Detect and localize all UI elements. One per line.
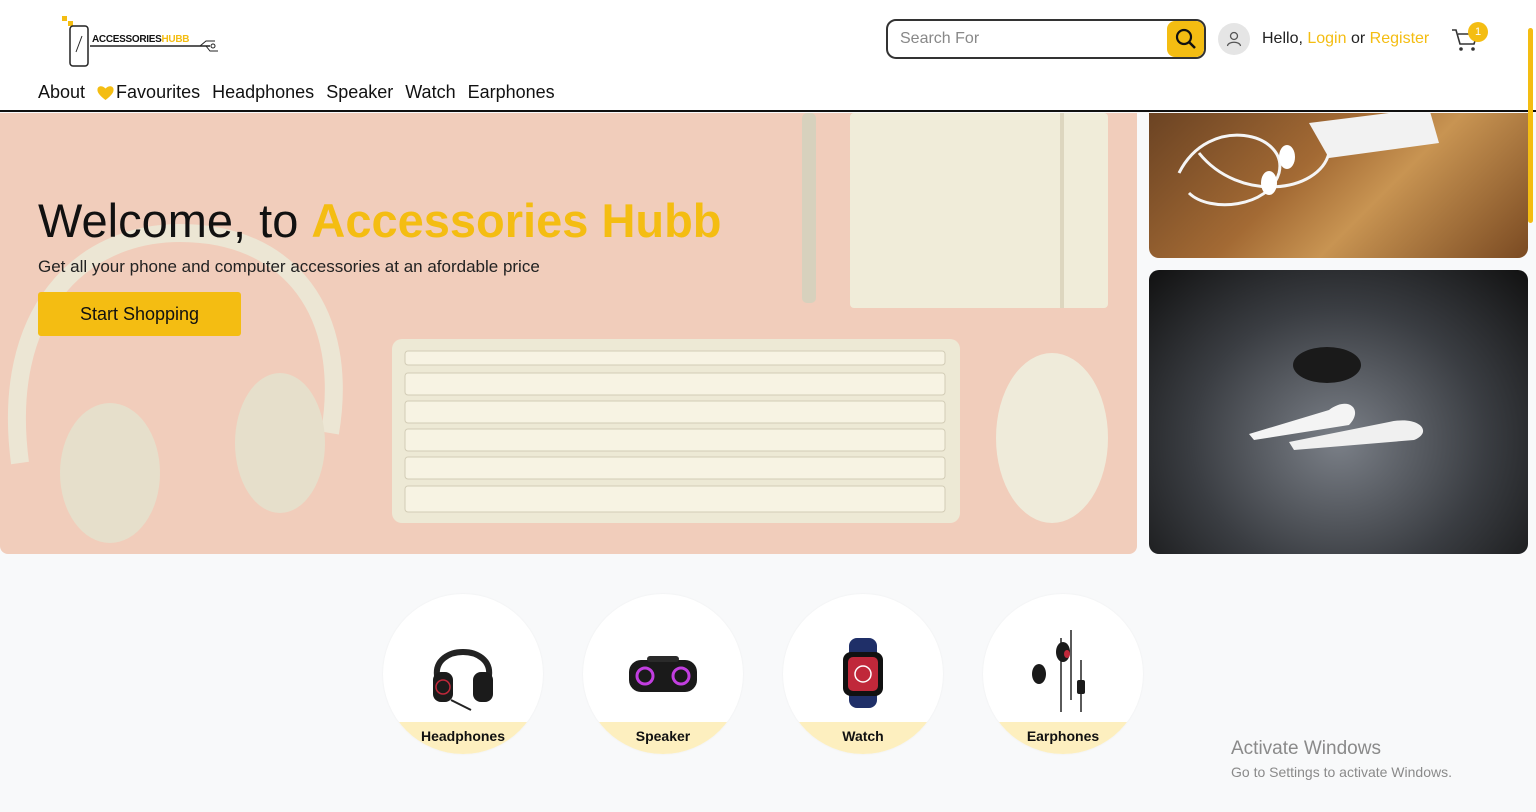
heart-icon	[97, 85, 114, 100]
headphones-image	[433, 649, 493, 711]
nav-about[interactable]: About	[38, 82, 85, 103]
activation-title: Activate Windows	[1231, 738, 1381, 759]
search-button[interactable]	[1167, 21, 1204, 57]
category-label: Watch	[783, 722, 943, 754]
hero-subtitle: Get all your phone and computer accessor…	[38, 257, 540, 276]
search-icon	[1175, 28, 1196, 49]
main-nav: About Favourites Headphones Speaker Watc…	[38, 82, 555, 103]
airpods-photo	[1249, 347, 1424, 450]
cart-count-badge: 1	[1468, 22, 1488, 42]
earphones-image	[1032, 630, 1085, 712]
category-label: Headphones	[383, 722, 543, 754]
user-avatar[interactable]	[1218, 23, 1250, 55]
category-list: Headphones Speaker Watch Earphones	[383, 594, 1143, 754]
category-headphones[interactable]: Headphones	[383, 594, 543, 754]
search-input[interactable]	[888, 21, 1168, 57]
logo-text: ACCESSORIESHUBB	[92, 34, 190, 45]
category-label: Speaker	[583, 722, 743, 754]
start-shopping-button[interactable]: Start Shopping	[38, 292, 241, 336]
user-greeting: Hello, Login or Register	[1262, 30, 1429, 48]
nav-earphones[interactable]: Earphones	[468, 82, 555, 103]
airpods-promo-image[interactable]	[1149, 270, 1528, 554]
activation-subtitle: Go to Settings to activate Windows.	[1231, 764, 1452, 780]
search-bar	[886, 19, 1206, 59]
category-label: Earphones	[983, 722, 1143, 754]
nav-watch[interactable]: Watch	[405, 82, 455, 103]
page-scrollbar[interactable]	[1528, 28, 1533, 223]
earphones-promo-image[interactable]	[1149, 113, 1528, 258]
nav-favourites[interactable]: Favourites	[97, 82, 200, 103]
or-text: or	[1350, 30, 1366, 47]
register-link[interactable]: Register	[1370, 30, 1430, 47]
login-link[interactable]: Login	[1307, 30, 1346, 47]
greeting-text: Hello,	[1262, 30, 1303, 47]
hero-banner: Welcome, to Accessories Hubb Get all you…	[0, 113, 1137, 554]
nav-favourites-label: Favourites	[116, 82, 201, 102]
speaker-image	[629, 656, 697, 692]
windows-activation-watermark: Activate Windows Go to Settings to activ…	[1231, 738, 1452, 780]
nav-headphones[interactable]: Headphones	[212, 82, 314, 103]
category-earphones[interactable]: Earphones	[983, 594, 1143, 754]
category-speaker[interactable]: Speaker	[583, 594, 743, 754]
site-logo[interactable]: ACCESSORIESHUBB	[60, 14, 225, 70]
hero-title: Welcome, to Accessories Hubb	[38, 194, 722, 247]
user-icon	[1226, 31, 1242, 47]
category-watch[interactable]: Watch	[783, 594, 943, 754]
site-header: ACCESSORIESHUBB Hello, Login or Register…	[0, 0, 1536, 112]
watch-image	[843, 638, 883, 708]
phone-earphones-photo	[1177, 113, 1439, 207]
nav-speaker[interactable]: Speaker	[326, 82, 393, 103]
